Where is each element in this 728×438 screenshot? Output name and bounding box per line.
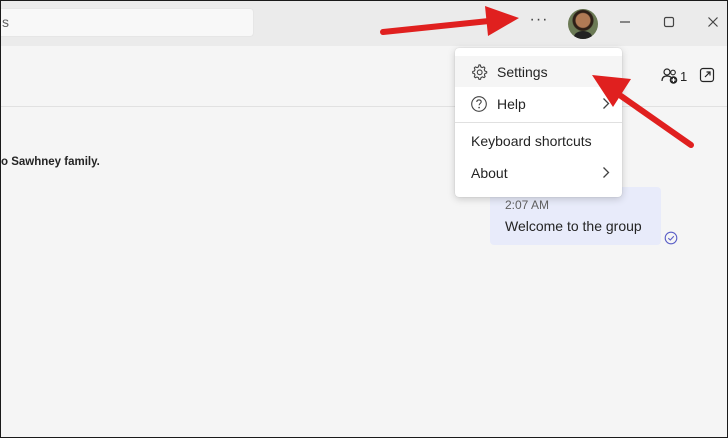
arrow-to-settings: [592, 75, 694, 148]
annotation-arrows: [380, 6, 694, 148]
arrow-to-more-button: [380, 6, 519, 36]
